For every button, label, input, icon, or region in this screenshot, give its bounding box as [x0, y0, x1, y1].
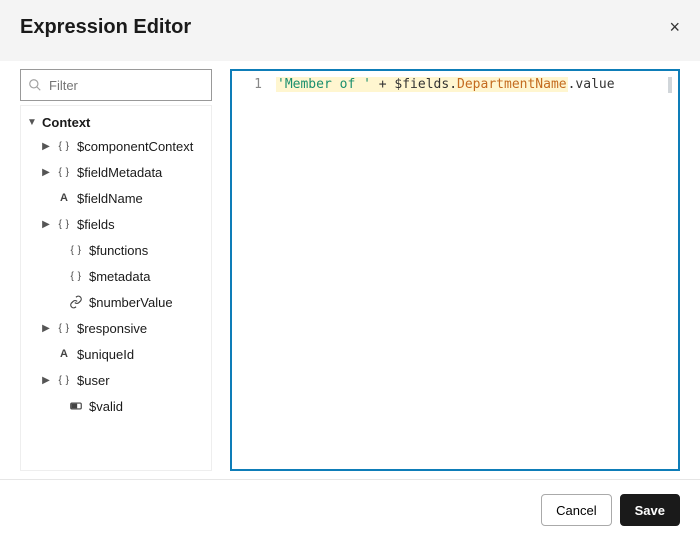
tree-item-label: $user: [77, 373, 110, 388]
chevron-right-icon: ▶: [41, 167, 51, 178]
token-tail: .value: [568, 77, 615, 92]
astr-icon: [56, 190, 72, 206]
tree-item[interactable]: ▶ $fields: [23, 211, 209, 237]
astr-icon: [56, 346, 72, 362]
dialog-body: ▼ Context ▶ $componentContext ▶ $fieldMetad…: [0, 61, 700, 479]
expression-code-editor[interactable]: 1 'Member of ' + $fields.DepartmentName.…: [230, 69, 680, 471]
braces-icon: [68, 268, 84, 284]
token-variable: $fields.: [394, 77, 457, 92]
tree-item[interactable]: ▶ $responsive: [23, 315, 209, 341]
braces-icon: [56, 164, 72, 180]
tree-item-label: $fieldMetadata: [77, 165, 162, 180]
code-line[interactable]: 'Member of ' + $fields.DepartmentName.va…: [272, 71, 678, 469]
tree-item-label: $metadata: [89, 269, 150, 284]
braces-icon: [56, 320, 72, 336]
braces-icon: [56, 372, 72, 388]
chevron-down-icon: ▼: [27, 117, 37, 128]
close-icon[interactable]: ×: [669, 17, 680, 38]
tree-item-label: $fieldName: [77, 191, 143, 206]
tree-item[interactable]: ▶$metadata: [23, 263, 209, 289]
token-operator: +: [371, 77, 394, 92]
context-tree[interactable]: ▼ Context ▶ $componentContext ▶ $fieldMetad…: [20, 105, 212, 471]
chevron-right-icon: ▶: [41, 141, 51, 152]
dialog-footer: Cancel Save: [0, 479, 700, 540]
expression-editor-dialog: Expression Editor × ▼ Context ▶ $componen…: [0, 0, 700, 540]
tree-item[interactable]: ▶ $fieldMetadata: [23, 159, 209, 185]
tree-item[interactable]: ▶$functions: [23, 237, 209, 263]
tree-item-label: $componentContext: [77, 139, 193, 154]
token-string: 'Member of ': [277, 77, 371, 92]
braces-icon: [56, 216, 72, 232]
line-number: 1: [232, 77, 262, 92]
token-property: DepartmentName: [457, 77, 567, 92]
tree-item[interactable]: ▶$numberValue: [23, 289, 209, 315]
tree-item[interactable]: ▶ $componentContext: [23, 133, 209, 159]
line-gutter: 1: [232, 71, 272, 469]
braces-icon: [68, 242, 84, 258]
link-icon: [68, 294, 84, 310]
tree-root-context[interactable]: ▼ Context: [23, 112, 209, 133]
save-button[interactable]: Save: [620, 494, 680, 526]
tree-item-label: $responsive: [77, 321, 147, 336]
dialog-title: Expression Editor: [20, 16, 191, 39]
context-panel: ▼ Context ▶ $componentContext ▶ $fieldMetad…: [20, 69, 212, 471]
chevron-right-icon: ▶: [41, 375, 51, 386]
filter-input[interactable]: [20, 69, 212, 101]
tree-item-label: $uniqueId: [77, 347, 134, 362]
search-icon: [28, 78, 42, 92]
tree-item[interactable]: ▶$valid: [23, 393, 209, 419]
caret-indicator: [668, 77, 672, 93]
tree-item-label: $valid: [89, 399, 123, 414]
tree-item-label: $fields: [77, 217, 115, 232]
tree-item[interactable]: ▶ $user: [23, 367, 209, 393]
tree-item[interactable]: ▶$uniqueId: [23, 341, 209, 367]
tree-item-label: $functions: [89, 243, 148, 258]
tree-item-label: $numberValue: [89, 295, 173, 310]
bool-icon: [68, 398, 84, 414]
tree-root-label: Context: [42, 115, 90, 130]
chevron-right-icon: ▶: [41, 323, 51, 334]
braces-icon: [56, 138, 72, 154]
filter-field: [20, 69, 212, 101]
cancel-button[interactable]: Cancel: [541, 494, 611, 526]
tree-item[interactable]: ▶$fieldName: [23, 185, 209, 211]
chevron-right-icon: ▶: [41, 219, 51, 230]
dialog-header: Expression Editor ×: [0, 0, 700, 61]
editor-panel: 1 'Member of ' + $fields.DepartmentName.…: [230, 69, 680, 471]
